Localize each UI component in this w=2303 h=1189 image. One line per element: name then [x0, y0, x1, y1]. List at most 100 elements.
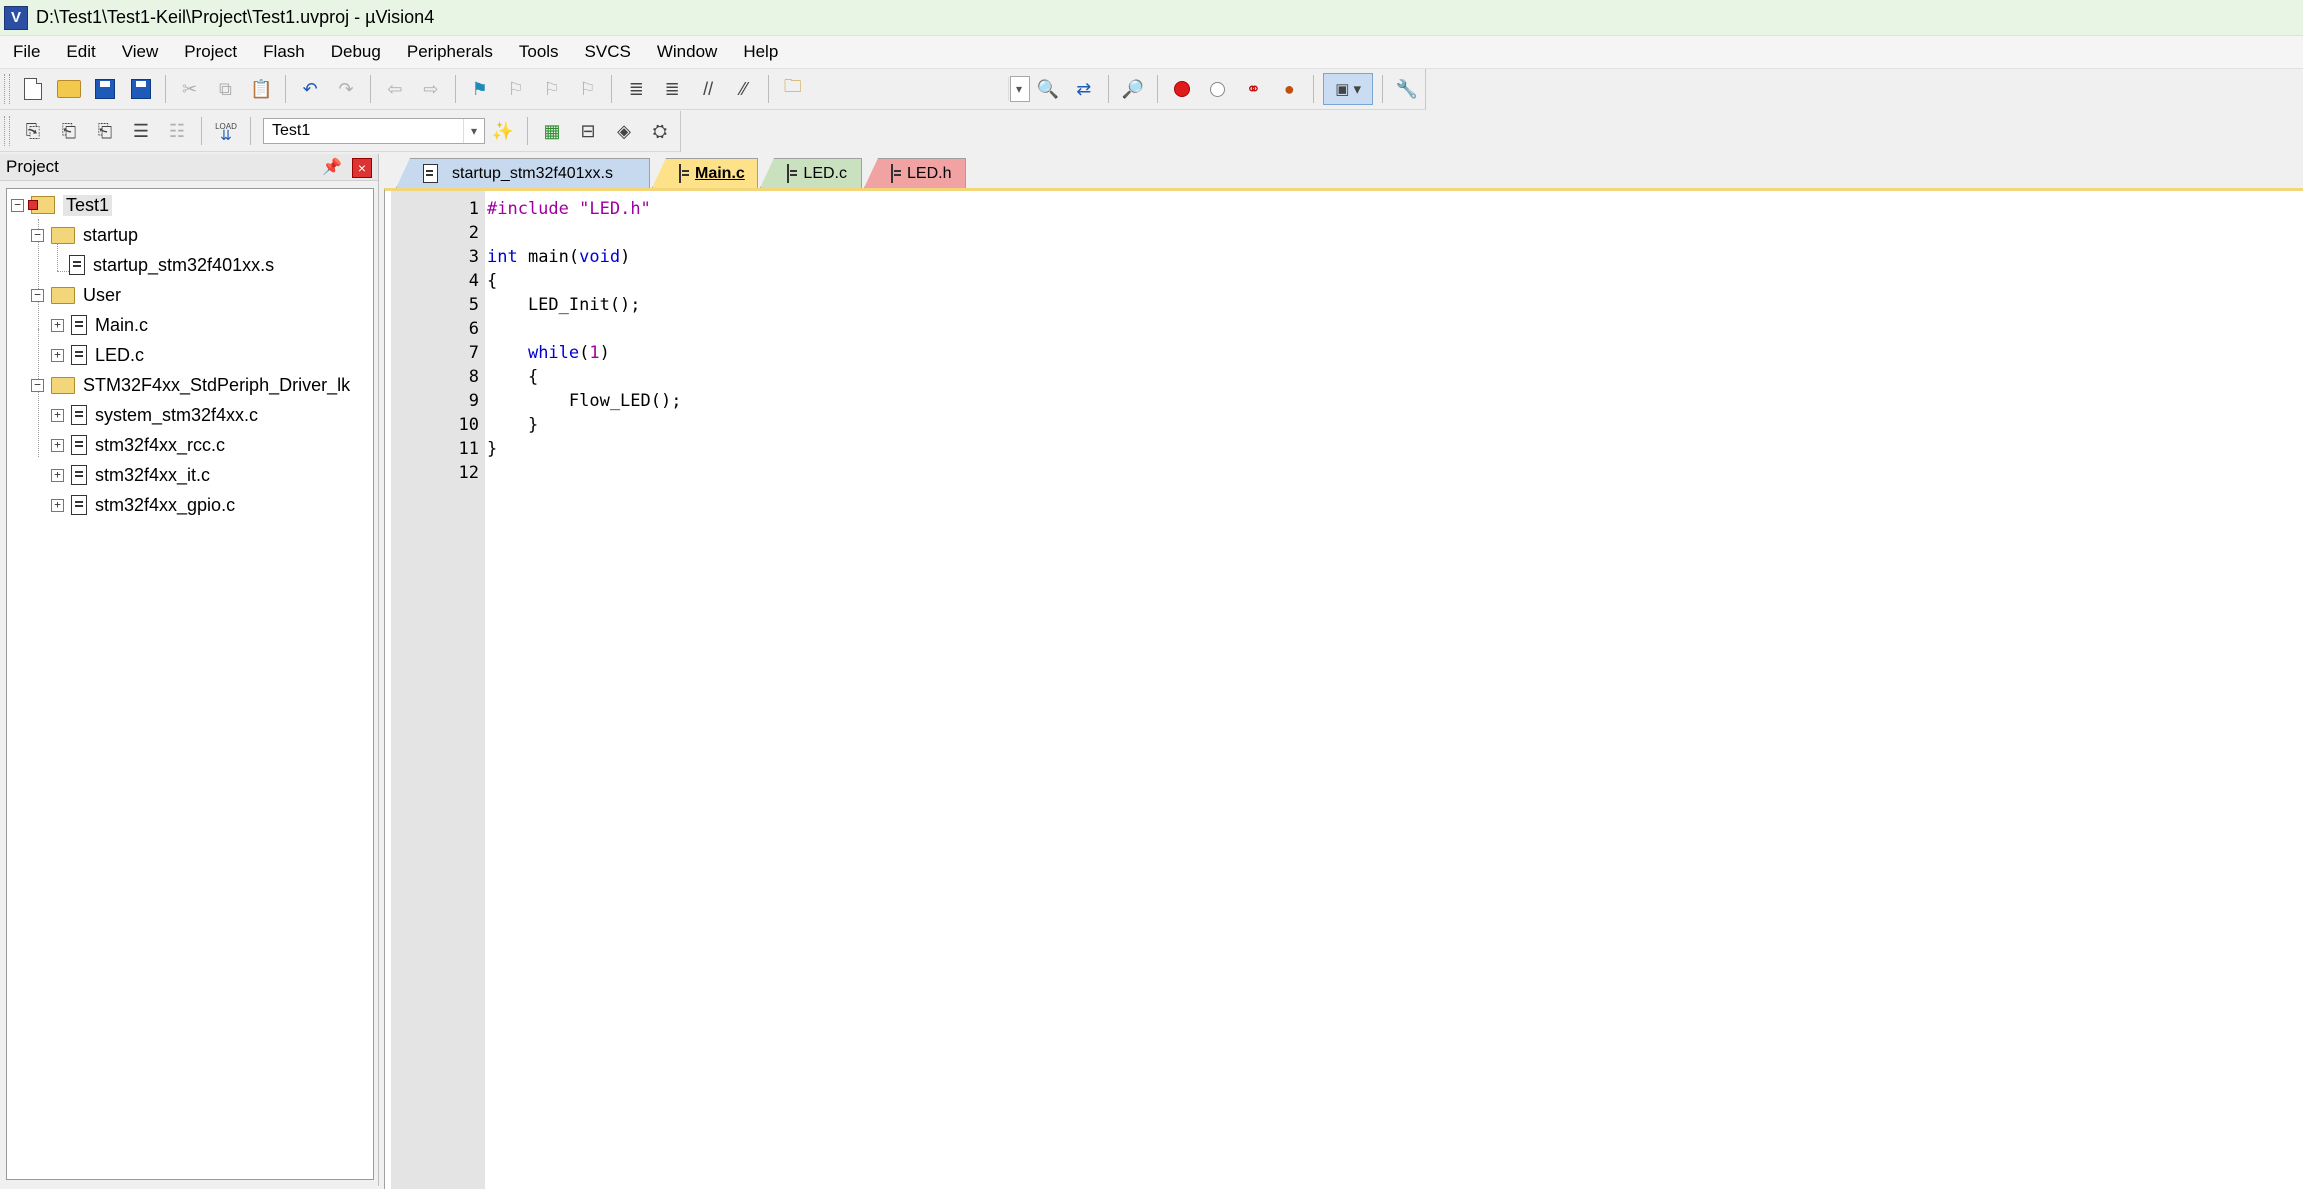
menu-view[interactable]: View: [109, 37, 172, 67]
find-in-files-button[interactable]: 🗀: [778, 74, 808, 104]
tab-led-h[interactable]: LED.h: [864, 158, 966, 188]
menu-help[interactable]: Help: [730, 37, 791, 67]
tab-main-c[interactable]: Main.c: [652, 158, 758, 188]
kill-all-breakpoints-button[interactable]: ●: [1274, 74, 1304, 104]
paste-button[interactable]: 📋: [246, 74, 276, 104]
manage-multi-project-button[interactable]: ⊟: [573, 116, 603, 146]
insert-bookmark-button[interactable]: ⚑: [465, 74, 495, 104]
menu-debug[interactable]: Debug: [318, 37, 394, 67]
find-combo[interactable]: ▾: [1008, 76, 1031, 102]
clear-bookmarks-button[interactable]: ⚐: [572, 74, 602, 104]
target-select[interactable]: Test1 ▾: [263, 118, 485, 144]
toolbar-separator: [201, 117, 202, 145]
file-icon: [69, 255, 85, 275]
incremental-find-icon: ⇄: [1076, 78, 1092, 99]
incremental-find-button[interactable]: ⇄: [1069, 74, 1099, 104]
stop-build-button[interactable]: ☷: [162, 116, 192, 146]
menu-window[interactable]: Window: [644, 37, 730, 67]
select-software-packs-button[interactable]: ◈: [609, 116, 639, 146]
copy-button[interactable]: ⧉: [210, 74, 240, 104]
expand-icon[interactable]: +: [51, 438, 64, 452]
expand-icon[interactable]: +: [51, 468, 64, 482]
menu-file[interactable]: File: [0, 37, 53, 67]
toolbar-separator: [611, 75, 613, 103]
menu-peripherals[interactable]: Peripherals: [394, 37, 506, 67]
collapse-icon[interactable]: −: [31, 378, 44, 392]
target-icon: [28, 196, 55, 214]
tab-label: Main.c: [695, 164, 745, 182]
manage-components-button[interactable]: ▦: [537, 116, 567, 146]
expand-icon[interactable]: +: [51, 348, 64, 362]
menu-tools[interactable]: Tools: [506, 37, 572, 67]
previous-bookmark-button[interactable]: ⚐: [501, 74, 531, 104]
tree-file-main[interactable]: + Main.c: [51, 311, 148, 339]
file-icon: [71, 435, 87, 455]
insert-breakpoint-button[interactable]: [1167, 74, 1197, 104]
toolbar-grip[interactable]: [4, 116, 10, 146]
menu-project[interactable]: Project: [171, 37, 250, 67]
tree-group-user[interactable]: − User: [31, 281, 121, 309]
redo-button[interactable]: ↷: [331, 74, 361, 104]
indent-button[interactable]: ≣: [621, 74, 651, 104]
project-panel-title: Project: [6, 157, 59, 176]
batch-build-button[interactable]: ☰: [126, 116, 156, 146]
next-bookmark-button[interactable]: ⚐: [537, 74, 567, 104]
tree-file-it[interactable]: + stm32f4xx_it.c: [51, 461, 210, 489]
save-all-icon: [130, 79, 151, 99]
pack-installer-button[interactable]: ⛭: [645, 116, 675, 146]
translate-button[interactable]: ⎘: [18, 116, 48, 146]
tree-file-gpio[interactable]: + stm32f4xx_gpio.c: [51, 491, 235, 519]
tab-led-c[interactable]: LED.c: [760, 158, 862, 188]
pack-installer-icon: ⛭: [652, 120, 668, 141]
uvision-app-icon[interactable]: V: [4, 5, 28, 30]
tab-startup-stm32f401xx[interactable]: startup_stm32f401xx.s: [396, 158, 650, 188]
disable-all-breakpoints-button[interactable]: ⚭: [1238, 74, 1268, 104]
save-all-button[interactable]: [126, 74, 156, 104]
collapse-icon[interactable]: −: [31, 288, 44, 302]
open-file-button[interactable]: [54, 74, 84, 104]
start-debug-button[interactable]: 🔎: [1118, 74, 1148, 104]
save-button[interactable]: [90, 74, 120, 104]
code-editor[interactable]: 1 2 3 4 5 6 7 8 9 10 11 12 #include "LED…: [384, 188, 2303, 1189]
menu-flash[interactable]: Flash: [250, 37, 318, 67]
collapse-icon[interactable]: −: [31, 228, 44, 242]
collapse-icon[interactable]: −: [11, 198, 24, 212]
tree-file-rcc[interactable]: + stm32f4xx_rcc.c: [51, 431, 225, 459]
scissors-icon: ✂: [181, 78, 198, 99]
build-button[interactable]: ⎗: [54, 116, 84, 146]
tree-file-label: stm32f4xx_gpio.c: [95, 494, 236, 515]
tree-file-led[interactable]: + LED.c: [51, 341, 144, 369]
tree-group-stdperiph[interactable]: − STM32F4xx_StdPeriph_Driver_lk: [31, 371, 350, 399]
tree-group-startup[interactable]: − startup: [31, 221, 138, 249]
expand-icon[interactable]: +: [51, 408, 64, 422]
navigate-forward-button[interactable]: ⇨: [416, 74, 446, 104]
find-button[interactable]: 🔍: [1033, 74, 1063, 104]
window-layout-button[interactable]: ▣ ▾: [1323, 73, 1374, 105]
close-icon[interactable]: ×: [352, 158, 372, 178]
line-number-gutter[interactable]: 1 2 3 4 5 6 7 8 9 10 11 12: [391, 191, 485, 1189]
tree-file-startup[interactable]: startup_stm32f401xx.s: [69, 251, 274, 279]
line-number: 1: [468, 199, 479, 219]
undo-button[interactable]: ↶: [295, 74, 325, 104]
configure-button[interactable]: 🔧: [1392, 74, 1422, 104]
target-options-button[interactable]: ✨: [488, 116, 518, 146]
navigate-back-button[interactable]: ⇦: [380, 74, 410, 104]
expand-icon[interactable]: +: [51, 498, 64, 512]
expand-icon[interactable]: +: [51, 318, 64, 332]
rebuild-button[interactable]: ⎗: [90, 116, 120, 146]
comment-button[interactable]: //: [693, 74, 723, 104]
tree-file-label: system_stm32f4xx.c: [95, 404, 259, 425]
unindent-button[interactable]: ≣: [657, 74, 687, 104]
cut-button[interactable]: ✂: [175, 74, 205, 104]
pin-icon[interactable]: 📌: [322, 157, 342, 177]
uncomment-button[interactable]: ⁄⁄: [729, 74, 759, 104]
download-button[interactable]: LOAD ⇊: [211, 116, 241, 146]
enable-breakpoint-button[interactable]: [1203, 74, 1233, 104]
tree-file-system[interactable]: + system_stm32f4xx.c: [51, 401, 258, 429]
menu-svcs[interactable]: SVCS: [572, 37, 644, 67]
new-file-button[interactable]: [18, 74, 48, 104]
toolbar-grip[interactable]: [4, 74, 10, 104]
menu-edit[interactable]: Edit: [53, 37, 108, 67]
tree-root[interactable]: − Test1: [11, 191, 113, 219]
tree-file-label: stm32f4xx_it.c: [95, 464, 211, 485]
